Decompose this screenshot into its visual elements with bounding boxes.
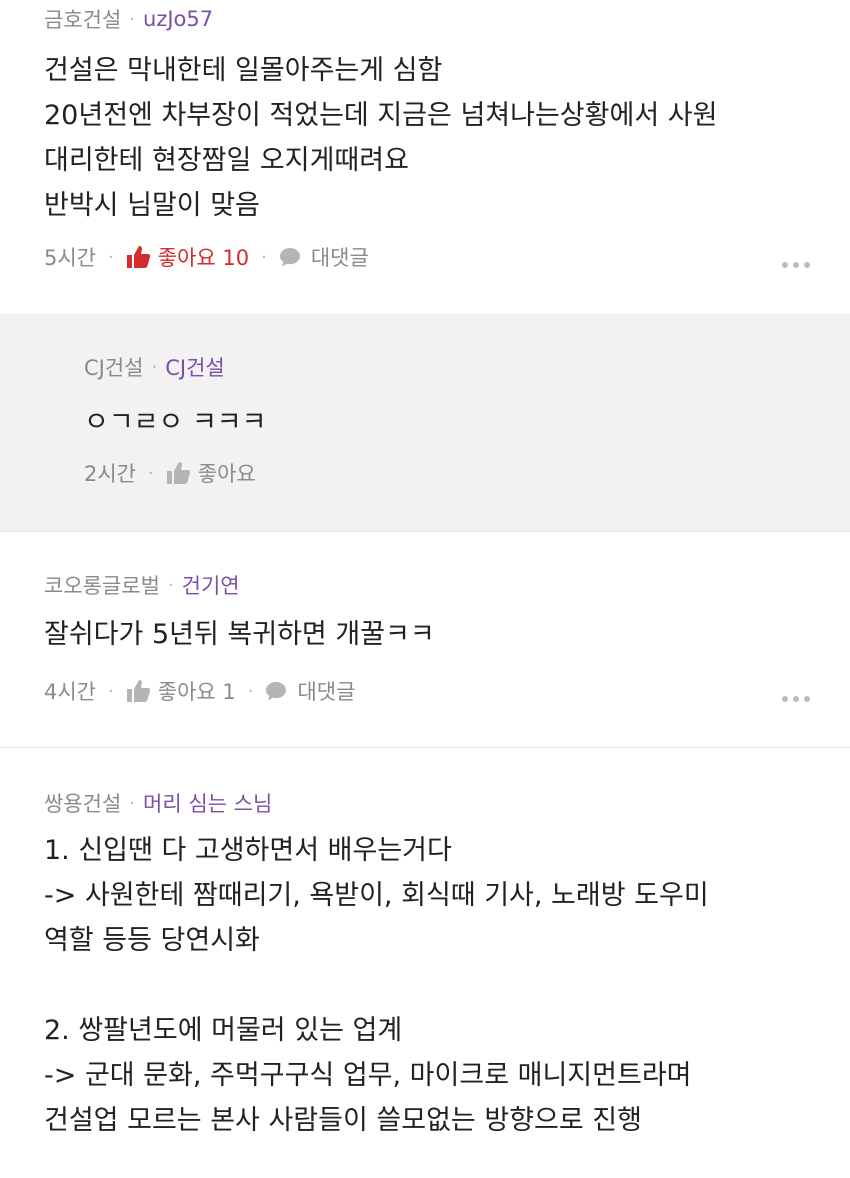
comment-line: -> 사원한테 짬때리기, 욕받이, 회식때 기사, 노래방 도우미	[44, 880, 709, 911]
company-name: 코오롱글로벌	[44, 574, 160, 598]
separator-dot: ·	[151, 356, 158, 378]
reply-button[interactable]: 대댓글	[279, 242, 369, 272]
nickname[interactable]: 건기연	[182, 570, 240, 600]
separator-dot: ·	[167, 574, 174, 596]
comment-line: 건설은 막내한테 일몰아주는게 심함	[44, 55, 443, 86]
comment-meta: 코오롱글로벌 · 건기연	[44, 570, 850, 600]
comment-actions: 5시간 · 좋아요 10 · 대댓글	[44, 242, 369, 272]
speech-bubble-icon	[279, 248, 300, 267]
comment-time: 2시간	[84, 462, 137, 486]
like-label: 좋아요	[197, 462, 256, 486]
comment: 쌍용건설 · 머리 심는 스님 1. 신입땐 다 고생하면서 배우는거다 -> …	[0, 748, 850, 1143]
comment-time: 5시간	[44, 246, 97, 270]
nickname[interactable]: uzJo57	[143, 7, 213, 31]
separator-dot: ·	[108, 680, 114, 702]
comment-line: 잘쉬다가 5년뒤 복귀하면 개꿀ㅋㅋ	[44, 619, 435, 650]
company-name: CJ건설	[84, 356, 144, 380]
separator-dot: ·	[261, 246, 267, 268]
comment-line: 1. 신입땐 다 고생하면서 배우는거다	[44, 835, 452, 866]
comment-line: 역할 등등 당연시화	[44, 925, 260, 956]
comment-body: 건설은 막내한테 일몰아주는게 심함 20년전엔 차부장이 적었는데 지금은 넘…	[44, 48, 850, 228]
comment-blank-line	[44, 963, 850, 1008]
comment-line: 20년전엔 차부장이 적었는데 지금은 넘쳐나는상황에서 사원	[44, 100, 718, 131]
comment-line: 대리한테 현장짬일 오지게때려요	[44, 145, 409, 176]
thumbs-up-icon	[166, 462, 190, 484]
separator-dot: ·	[247, 680, 254, 702]
company-name: 쌍용건설	[44, 792, 122, 816]
reply-comment: CJ건설 · CJ건설 ㅇㄱㄹㅇ ㅋㅋㅋ 2시간 · 좋아요	[0, 314, 850, 531]
like-button[interactable]: 좋아요 1	[126, 676, 236, 706]
like-label: 좋아요 10	[157, 246, 250, 270]
comment-time: 4시간	[44, 680, 97, 704]
speech-bubble-icon	[266, 682, 287, 701]
reply-label: 대댓글	[297, 680, 356, 704]
comment-actions: 2시간 · 좋아요	[84, 458, 256, 488]
nickname[interactable]: 머리 심는 스님	[143, 788, 272, 818]
like-label: 좋아요 1	[157, 680, 236, 704]
thumbs-up-icon	[126, 680, 150, 702]
comment: 금호건설 · uzJo57 건설은 막내한테 일몰아주는게 심함 20년전엔 차…	[0, 0, 850, 314]
comment-line: 2. 쌍팔년도에 머물러 있는 업계	[44, 1015, 403, 1046]
like-button[interactable]: 좋아요	[166, 458, 256, 488]
comment-meta: 금호건설 · uzJo57	[44, 4, 850, 34]
more-dots-icon[interactable]	[782, 696, 810, 702]
comment-body: ㅇㄱㄹㅇ ㅋㅋㅋ	[84, 400, 850, 445]
comment-body: 잘쉬다가 5년뒤 복귀하면 개꿀ㅋㅋ	[44, 612, 850, 657]
comment-body: 1. 신입땐 다 고생하면서 배우는거다 -> 사원한테 짬때리기, 욕받이, …	[44, 828, 850, 1143]
comment: 코오롱글로벌 · 건기연 잘쉬다가 5년뒤 복귀하면 개꿀ㅋㅋ 4시간 · 좋아…	[0, 532, 850, 747]
comment-meta: CJ건설 · CJ건설	[84, 352, 850, 382]
separator-dot: ·	[129, 8, 136, 30]
comment-line: ㅇㄱㄹㅇ ㅋㅋㅋ	[84, 407, 267, 438]
separator-dot: ·	[148, 462, 154, 484]
comment-line: -> 군대 문화, 주먹구구식 업무, 마이크로 매니지먼트라며	[44, 1060, 692, 1091]
thumbs-up-icon	[126, 246, 150, 268]
comment-line: 건설업 모르는 본사 사람들이 쓸모없는 방향으로 진행	[44, 1105, 642, 1136]
comment-meta: 쌍용건설 · 머리 심는 스님	[44, 788, 850, 818]
comment-line: 반박시 님말이 맞음	[44, 190, 260, 221]
separator-dot: ·	[129, 792, 136, 814]
more-dots-icon[interactable]	[782, 262, 810, 268]
like-button[interactable]: 좋아요 10	[126, 242, 249, 272]
nickname[interactable]: CJ건설	[165, 352, 225, 382]
company-name: 금호건설	[44, 8, 122, 32]
comment-actions: 4시간 · 좋아요 1 · 대댓글	[44, 676, 355, 706]
reply-label: 대댓글	[310, 246, 369, 270]
separator-dot: ·	[108, 246, 114, 268]
reply-button[interactable]: 대댓글	[265, 676, 355, 706]
